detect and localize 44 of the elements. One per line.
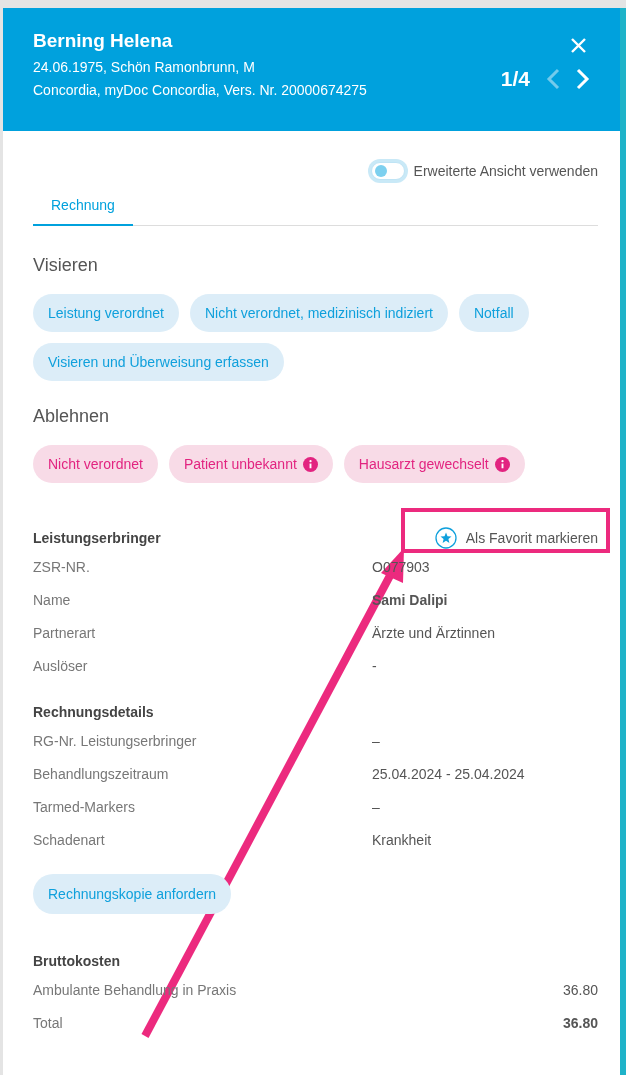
- cost-value: 36.80: [562, 981, 598, 998]
- page-counter: 1/4: [500, 67, 530, 91]
- field-label: Name: [33, 591, 72, 608]
- field-label: Behandlungszeitraum: [33, 765, 170, 782]
- cost-value: 36.80: [562, 1014, 598, 1031]
- field-value: -: [372, 657, 377, 674]
- action-chip[interactable]: Leistung verordnet: [33, 294, 179, 332]
- section-heading: Ablehnen: [33, 406, 111, 427]
- reject-chip[interactable]: Nicht verordnet: [33, 445, 158, 483]
- patient-info: Concordia, myDoc Concordia, Vers. Nr. 20000674275: [33, 82, 367, 98]
- field-label: Tarmed-Markers: [33, 798, 136, 815]
- section-title: Bruttokosten: [33, 953, 121, 969]
- field-label: Schadenart: [33, 831, 106, 848]
- request-copy-button[interactable]: Rechnungskopie anfordern: [33, 874, 232, 914]
- field-value: 25.04.2024 - 25.04.2024: [372, 765, 525, 782]
- toggle-label: Erweiterte Ansicht verwenden: [413, 163, 598, 179]
- action-chip[interactable]: Nicht verordnet, medizinisch indiziert: [189, 294, 448, 332]
- info-icon: [494, 456, 510, 472]
- close-button[interactable]: [571, 38, 586, 53]
- tab[interactable]: Rechnung: [33, 187, 133, 226]
- reject-chip[interactable]: Hausarzt gewechselt: [343, 445, 525, 483]
- cost-label: Total: [33, 1014, 63, 1031]
- info-icon: [302, 456, 318, 472]
- field-label: RG-Nr. Leistungserbringer: [33, 732, 198, 749]
- chevron-right-icon: [576, 68, 590, 90]
- field-value: Ärzte und Ärztinnen: [372, 624, 495, 641]
- section-title: Leistungserbringer: [33, 530, 161, 546]
- field-value: Krankheit: [372, 831, 432, 848]
- field-value: –: [372, 798, 380, 815]
- reject-chip[interactable]: Patient unbekannt: [168, 445, 333, 483]
- section-heading: Visieren: [33, 255, 99, 276]
- patient-info: 24.06.1975, Schön Ramonbrunn, M: [33, 59, 256, 75]
- patient-name: Berning Helena: [33, 30, 174, 52]
- field-label: Partnerart: [33, 624, 97, 641]
- action-chip[interactable]: Notfall: [458, 294, 529, 332]
- field-label: ZSR-NR.: [33, 558, 91, 575]
- field-label: Auslöser: [33, 657, 89, 674]
- action-chip[interactable]: Visieren und Überweisung erfassen: [33, 343, 284, 381]
- next-button[interactable]: [576, 68, 590, 90]
- chevron-left-icon: [546, 68, 560, 90]
- field-value: –: [372, 732, 380, 749]
- toggle-switch[interactable]: [367, 159, 408, 183]
- favorite-button[interactable]: Als Favorit markieren: [434, 527, 598, 549]
- section-title: Rechnungsdetails: [33, 704, 154, 720]
